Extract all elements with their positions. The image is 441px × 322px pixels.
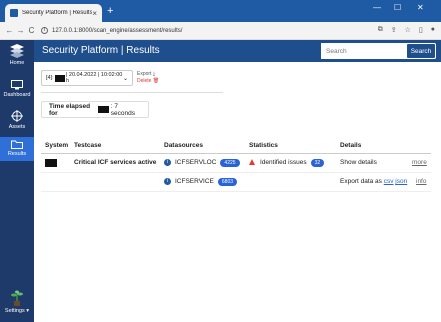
page-title: Security Platform | Results	[42, 45, 160, 56]
maximize-icon[interactable]: ☐	[394, 3, 401, 12]
sidebar-item-settings-label: Settings ▾	[4, 308, 30, 314]
stat-label: Identified issues	[260, 159, 307, 166]
site-info-icon[interactable]: i	[41, 27, 48, 34]
run-select[interactable]: [4]: | 20.04.2022 | 10:02:00 h ⌄	[41, 70, 133, 86]
export-csv-link[interactable]: csv	[384, 178, 394, 185]
col-header-datasources: Datasources	[164, 142, 204, 149]
search-button[interactable]: Search	[406, 43, 436, 59]
redacted-block	[45, 159, 57, 167]
row-divider	[41, 172, 431, 173]
search-box: Search	[321, 43, 436, 59]
tab-title: Security Platform | Results	[22, 10, 93, 16]
sidebar-item-results-label: Results	[7, 151, 27, 157]
export-data-cell: Export data as csv json	[340, 178, 407, 185]
col-header-statistics: Statistics	[249, 142, 278, 149]
statistics-cell: Identified issues 32	[249, 159, 325, 167]
new-tab-button[interactable]: +	[107, 5, 113, 17]
favicon-icon	[10, 9, 18, 17]
export-icon: ⤓	[152, 71, 156, 77]
sidebar-item-settings[interactable]: Settings ▾	[0, 290, 34, 314]
bookmark-star-icon[interactable]: ☆	[405, 26, 411, 34]
elapsed-value: : 7 seconds	[110, 102, 135, 117]
datasource-item: i ICFSERVICE 6803	[164, 178, 238, 187]
url-text: 127.0.0.1:8000/scan_engine/assessment/re…	[52, 27, 183, 34]
close-window-icon[interactable]: ✕	[417, 3, 424, 12]
reload-icon[interactable]: C	[26, 26, 37, 35]
sidebar: Home Dashboard Assets Results Settings ▾	[0, 40, 34, 322]
export-data-label: Export data as	[340, 178, 382, 185]
header-divider	[41, 153, 431, 154]
info-icon[interactable]: i	[164, 178, 171, 185]
address-bar: ← → C i 127.0.0.1:8000/scan_engine/asses…	[0, 22, 441, 40]
col-header-testcase: Testcase	[74, 142, 102, 149]
export-label: Export	[137, 71, 152, 77]
datasource-name: ICFSERVLOC	[175, 159, 217, 167]
sidepanel-icon[interactable]: ▯	[419, 26, 423, 34]
trash-icon: 🗑	[152, 78, 160, 84]
url-field[interactable]: i 127.0.0.1:8000/scan_engine/assessment/…	[41, 27, 182, 34]
run-prefix: [4]:	[46, 75, 54, 81]
info-link[interactable]: info	[416, 178, 426, 185]
run-actions: Export ⤓ Delete 🗑	[137, 71, 159, 85]
browser-titlebar: Security Platform | Results × + — ☐ ✕	[0, 0, 441, 22]
show-details-text: Show details	[340, 159, 377, 166]
target-icon	[11, 110, 23, 122]
back-icon[interactable]: ←	[4, 26, 15, 35]
folder-icon	[11, 140, 23, 149]
delete-label: Delete	[137, 78, 152, 84]
more-link[interactable]: more	[412, 159, 427, 166]
browser-tab[interactable]: Security Platform | Results ×	[5, 4, 102, 22]
sidebar-item-home[interactable]: Home	[0, 44, 34, 66]
datasource-count-badge: 6803	[217, 178, 238, 187]
profile-icon[interactable]: ●	[431, 26, 435, 34]
warning-icon	[249, 159, 255, 166]
app-header: Security Platform | Results Search	[34, 40, 441, 62]
redacted-block	[54, 74, 65, 82]
divider	[41, 92, 223, 93]
logo-stack-icon	[10, 44, 24, 58]
export-json-link[interactable]: json	[395, 178, 407, 185]
sidebar-item-home-label: Home	[9, 60, 25, 66]
sidebar-item-dashboard[interactable]: Dashboard	[0, 80, 34, 98]
datasource-count-badge: 4225	[220, 159, 240, 168]
run-date: | 20.04.2022 | 10:02:00 h	[65, 72, 123, 84]
tab-close-icon[interactable]: ×	[92, 9, 97, 18]
search-input[interactable]	[321, 43, 403, 59]
sidebar-item-assets-label: Assets	[8, 124, 26, 130]
sidebar-item-dashboard-label: Dashboard	[3, 92, 31, 98]
row-divider	[41, 191, 431, 192]
info-icon[interactable]: i	[164, 159, 171, 166]
col-header-details: Details	[340, 142, 362, 149]
translate-icon[interactable]: ⧉	[378, 26, 383, 34]
share-icon[interactable]: ⇪	[391, 26, 397, 34]
redacted-block	[97, 106, 109, 113]
forward-icon[interactable]: →	[15, 26, 26, 35]
system-cell	[45, 159, 57, 167]
chevron-down-icon: ⌄	[122, 75, 128, 82]
minimize-icon[interactable]: —	[373, 3, 381, 12]
issues-count-badge: 32	[310, 159, 325, 167]
datasource-name: ICFSERVICE	[175, 178, 214, 186]
testcase-cell: Critical ICF services active	[74, 159, 157, 166]
sidebar-item-assets[interactable]: Assets	[0, 110, 34, 130]
sidebar-item-results[interactable]: Results	[0, 137, 34, 161]
monitor-icon	[11, 80, 23, 90]
delete-link[interactable]: Delete 🗑	[137, 78, 159, 85]
time-elapsed-box: Time elapsed for : 7 seconds	[41, 101, 149, 118]
plant-icon	[11, 290, 23, 306]
col-header-system: System	[45, 142, 69, 149]
datasource-item: i ICFSERVLOC 4225	[164, 159, 240, 168]
export-link[interactable]: Export ⤓	[137, 71, 159, 78]
elapsed-label: Time elapsed for	[49, 102, 91, 117]
